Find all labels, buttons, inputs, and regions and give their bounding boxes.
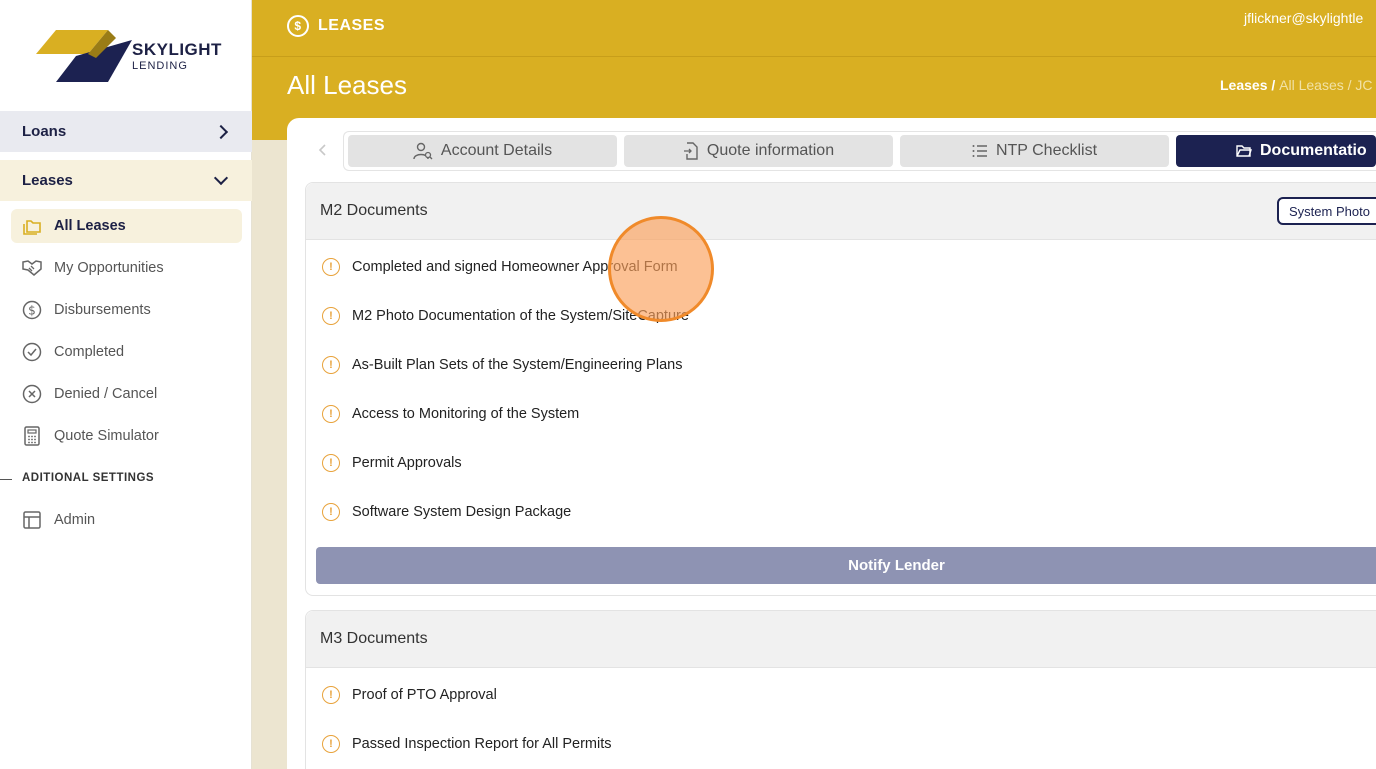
sidebar-item-label: Disbursements	[54, 302, 151, 318]
module-label: LEASES	[318, 17, 386, 34]
sidebar-item-quote-simulator[interactable]: Quote Simulator	[11, 419, 242, 453]
tab-label: NTP Checklist	[995, 142, 1098, 159]
warning-icon: !	[322, 735, 340, 753]
section-divider	[0, 479, 12, 480]
breadcrumb-item-leases[interactable]: Leases	[1220, 77, 1267, 93]
user-email[interactable]: jflickner@skylightle	[1244, 10, 1363, 26]
breadcrumb-item-all-leases[interactable]: All Leases	[1279, 77, 1344, 93]
folders-icon	[22, 216, 42, 236]
m3-documents-card: M3 Documents ! Proof of PTO Approval ! P…	[305, 610, 1376, 769]
warning-icon: !	[322, 454, 340, 472]
breadcrumb-separator: /	[1343, 77, 1356, 93]
file-import-icon	[683, 142, 699, 160]
document-item[interactable]: ! Access to Monitoring of the System	[322, 405, 579, 423]
card-title: M2 Documents	[320, 202, 428, 219]
sidebar-item-label: Quote Simulator	[54, 428, 159, 444]
sidebar-item-all-leases[interactable]: All Leases	[11, 209, 242, 243]
breadcrumb-item-current: JC	[1355, 77, 1373, 93]
document-label: Passed Inspection Report for All Permits	[352, 736, 612, 752]
sidebar-item-completed[interactable]: Completed	[11, 335, 242, 369]
dollar-circle-icon: $	[22, 300, 42, 320]
m2-documents-card: M2 Documents System Photo ! Completed an…	[305, 182, 1376, 596]
chevron-down-icon	[213, 170, 229, 185]
card-header: M2 Documents System Photo	[306, 183, 1376, 240]
warning-icon: !	[322, 503, 340, 521]
warning-icon: !	[322, 686, 340, 704]
document-label: Access to Monitoring of the System	[352, 406, 580, 422]
tabs-scroll-left-button[interactable]	[316, 143, 330, 157]
document-label: Proof of PTO Approval	[352, 687, 497, 703]
document-label: Software System Design Package	[352, 504, 572, 520]
breadcrumb: Leases / All Leases / JC	[1220, 77, 1373, 93]
system-photo-button[interactable]: System Photo	[1277, 197, 1376, 225]
sidebar: SKYLIGHT LENDING Loans Leases All Leases…	[0, 0, 252, 769]
nav-group-label: Loans	[22, 123, 67, 140]
tab-label: Documentatio	[1260, 142, 1367, 159]
document-item[interactable]: ! Software System Design Package	[322, 503, 571, 521]
sidebar-item-label: Completed	[54, 344, 125, 360]
notify-lender-button[interactable]: Notify Lender	[316, 547, 1376, 584]
tab-ntp-checklist[interactable]: NTP Checklist	[900, 135, 1169, 167]
tab-account-details[interactable]: Account Details	[348, 135, 617, 167]
layout-icon	[22, 510, 42, 530]
chevron-left-icon	[318, 144, 326, 156]
warning-icon: !	[322, 258, 340, 276]
sidebar-item-label: Denied / Cancel	[54, 386, 158, 402]
sidebar-item-label: All Leases	[54, 218, 126, 234]
document-item[interactable]: ! As-Built Plan Sets of the System/Engin…	[322, 356, 682, 374]
breadcrumb-separator: /	[1267, 77, 1280, 93]
sidebar-item-disbursements[interactable]: $ Disbursements	[11, 293, 242, 327]
logo-sub: LENDING	[132, 60, 188, 72]
logo-name: SKYLIGHT	[132, 40, 222, 59]
sidebar-item-my-opportunities[interactable]: My Opportunities	[11, 251, 242, 285]
module-title: $ LEASES	[287, 15, 385, 37]
x-circle-icon	[22, 384, 42, 404]
document-item[interactable]: ! Proof of PTO Approval	[322, 686, 497, 704]
list-icon	[972, 144, 988, 158]
click-indicator	[608, 216, 714, 322]
calculator-icon	[22, 426, 42, 446]
dollar-circle-icon: $	[287, 15, 309, 37]
warning-icon: !	[322, 405, 340, 423]
warning-icon: !	[322, 307, 340, 325]
tab-quote-information[interactable]: Quote information	[624, 135, 893, 167]
warning-icon: !	[322, 356, 340, 374]
page-title: All Leases	[287, 70, 407, 100]
document-label: As-Built Plan Sets of the System/Enginee…	[352, 357, 683, 373]
tab-label: Quote information	[706, 142, 835, 159]
check-circle-icon	[22, 342, 42, 362]
document-item[interactable]: ! Permit Approvals	[322, 454, 462, 472]
sidebar-item-denied-cancel[interactable]: Denied / Cancel	[11, 377, 242, 411]
document-item[interactable]: ! Passed Inspection Report for All Permi…	[322, 735, 612, 753]
header-divider	[252, 56, 1376, 57]
tab-label: Account Details	[440, 142, 553, 159]
section-label: ADITIONAL SETTINGS	[22, 472, 155, 484]
sidebar-item-admin[interactable]: Admin	[11, 503, 242, 537]
nav-group-label: Leases	[22, 172, 73, 189]
nav-group-loans[interactable]: Loans	[0, 111, 252, 152]
skylight-logo[interactable]: SKYLIGHT LENDING	[36, 28, 226, 84]
logo-mark-icon	[36, 30, 132, 82]
chevron-right-icon	[213, 124, 229, 139]
folder-open-icon	[1236, 144, 1252, 158]
tab-documentation[interactable]: Documentatio	[1176, 135, 1376, 167]
document-label: Permit Approvals	[352, 455, 462, 471]
card-header: M3 Documents	[306, 611, 1376, 668]
nav-group-leases[interactable]: Leases	[0, 160, 252, 201]
svg-text:$: $	[28, 304, 36, 318]
handshake-icon	[22, 258, 42, 278]
sidebar-item-label: My Opportunities	[54, 260, 164, 276]
user-search-icon	[413, 142, 433, 160]
sidebar-item-label: Admin	[54, 512, 96, 528]
card-title: M3 Documents	[320, 630, 428, 647]
